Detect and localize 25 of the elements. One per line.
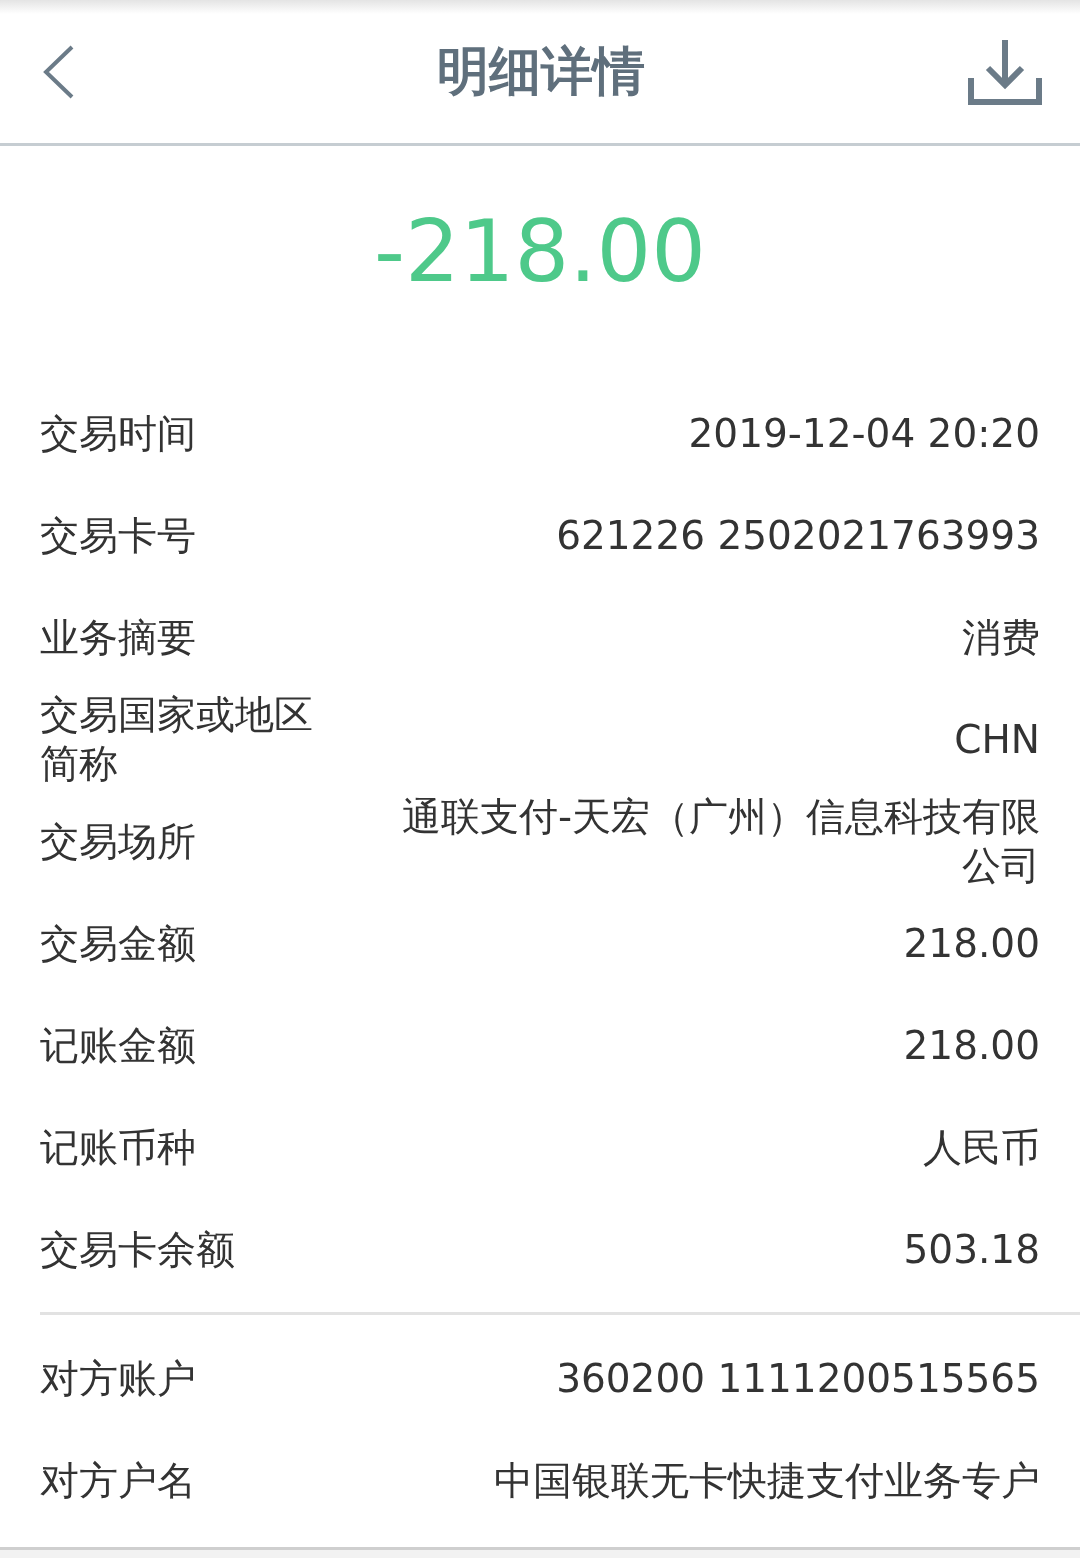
field-label: 记账金额	[40, 1021, 197, 1070]
field-value: CHN	[954, 715, 1040, 764]
field-value: 360200 1111200515565	[556, 1354, 1040, 1403]
field-label: 交易时间	[40, 409, 197, 458]
field-label: 交易金额	[40, 919, 197, 968]
field-value: 2019-12-04 20:20	[688, 409, 1040, 458]
field-label: 交易国家或地区简称	[40, 691, 314, 788]
page-title: 明细详情	[437, 39, 645, 103]
field-label: 记账币种	[40, 1123, 197, 1172]
field-label: 交易卡号	[40, 511, 197, 560]
field-value: 人民币	[923, 1123, 1040, 1172]
field-label: 交易卡余额	[40, 1225, 236, 1274]
field-label: 交易场所	[40, 817, 197, 866]
field-value: 消费	[962, 613, 1040, 662]
field-label: 业务摘要	[40, 613, 197, 662]
transaction-amount: -218.00	[373, 208, 707, 294]
field-value: 503.18	[903, 1225, 1040, 1274]
field-value: 中国银联无卡快捷支付业务专户	[494, 1456, 1040, 1505]
field-value: 218.00	[903, 1021, 1040, 1070]
field-value: 通联支付-天宏（广州）信息科技有限公司	[400, 793, 1040, 890]
field-label: 对方账户	[40, 1354, 197, 1403]
field-value: 218.00	[903, 919, 1040, 968]
field-value: 621226 2502021763993	[556, 511, 1040, 560]
download-icon[interactable]	[968, 37, 1042, 106]
field-label: 对方户名	[40, 1456, 197, 1505]
